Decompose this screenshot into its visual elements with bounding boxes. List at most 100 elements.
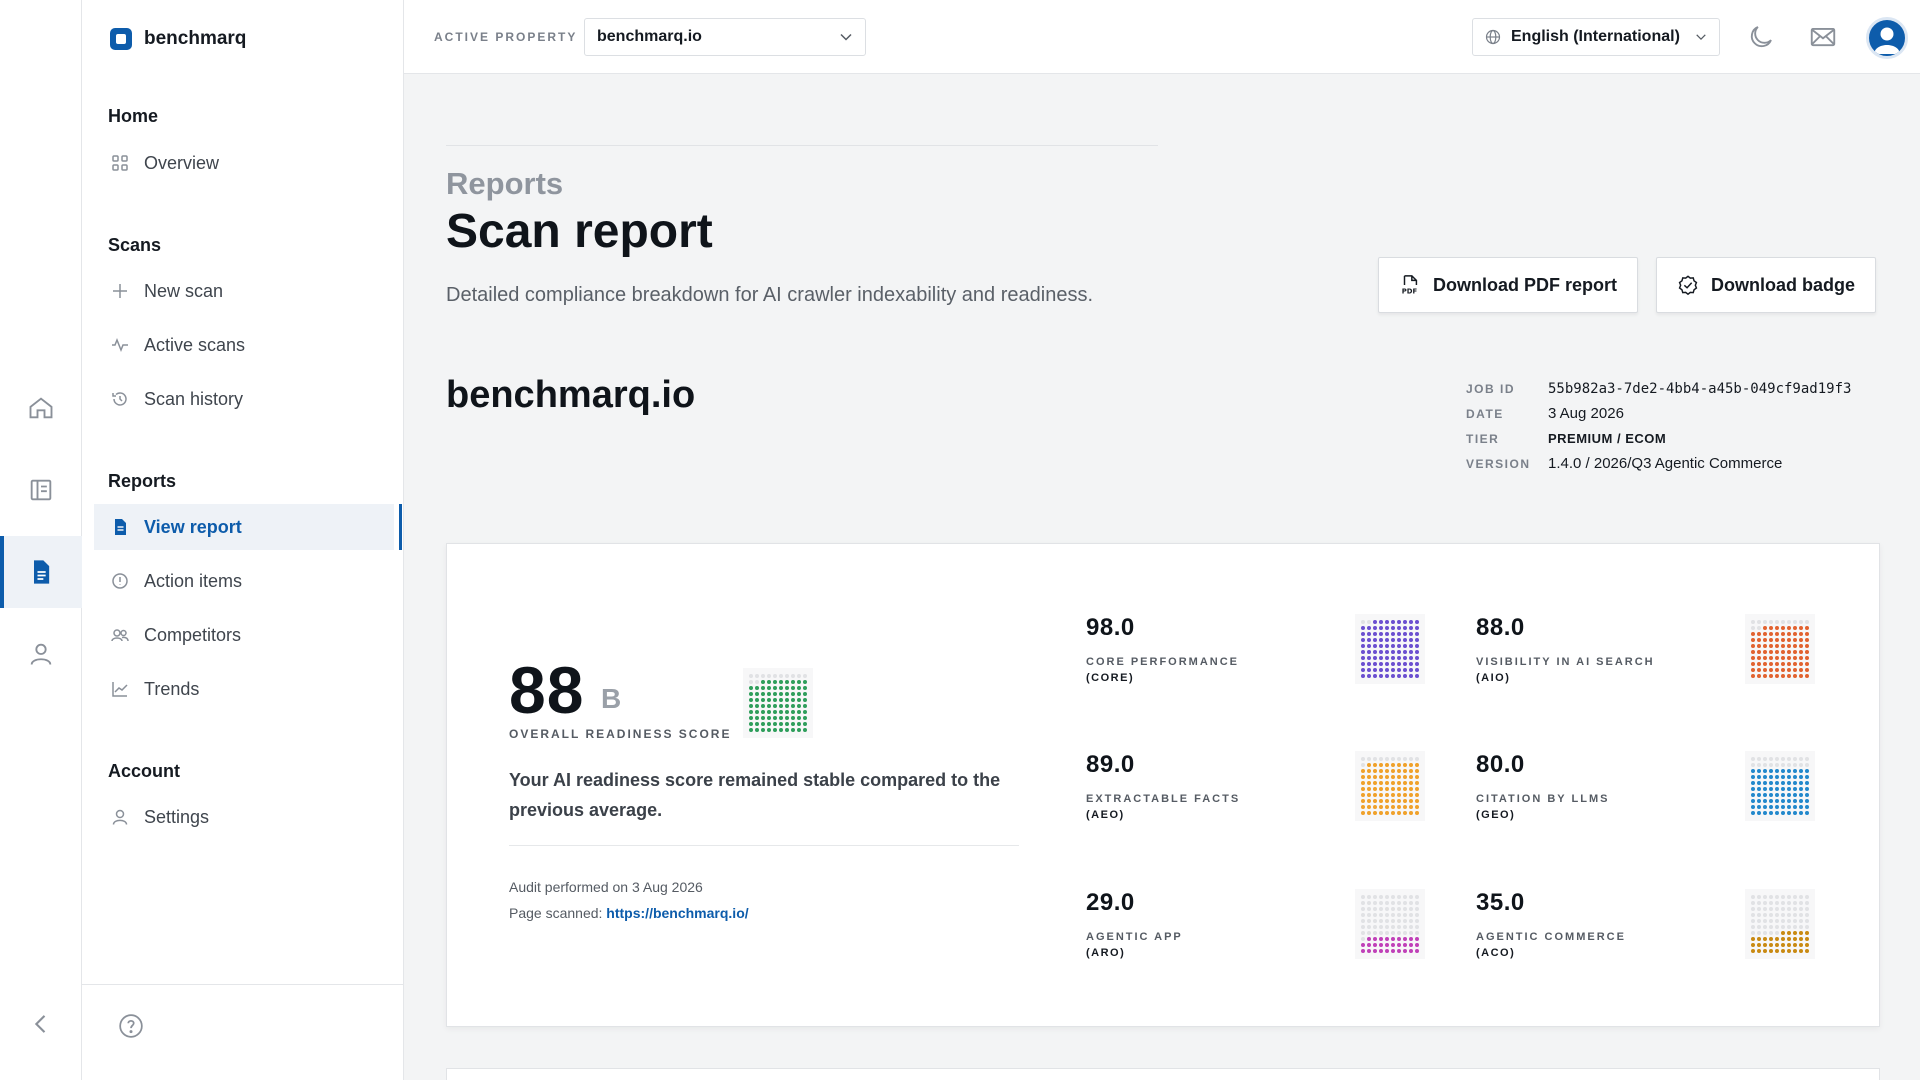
metric-geo: 80.0 CITATION BY LLMS (GEO) [1476, 751, 1776, 821]
nav-item-label: View report [144, 516, 242, 537]
score-dot [1793, 925, 1797, 929]
moon-icon[interactable] [1746, 22, 1776, 52]
score-dot [1757, 781, 1761, 785]
score-dot [1781, 763, 1785, 767]
score-dot [1793, 931, 1797, 935]
metric-value: 29.0 [1086, 889, 1135, 916]
score-dot [1385, 656, 1389, 660]
score-dot [1379, 650, 1383, 654]
nav-item-new-scan[interactable]: New scan [94, 268, 394, 314]
score-dot [1781, 787, 1785, 791]
collapse-sidebar-button[interactable] [0, 988, 82, 1060]
help-icon[interactable] [118, 1013, 144, 1039]
score-dot [1775, 763, 1779, 767]
score-dot [1805, 644, 1809, 648]
score-dot [785, 710, 789, 714]
score-dot [791, 722, 795, 726]
score-dot [1409, 895, 1413, 899]
score-dot [1805, 907, 1809, 911]
rail-account-button[interactable] [0, 618, 82, 690]
score-dot [761, 692, 765, 696]
nav-item-overview[interactable]: Overview [94, 140, 394, 186]
score-dot [1793, 811, 1797, 815]
score-dot [1379, 626, 1383, 630]
score-dot [1415, 757, 1419, 761]
score-dot [1763, 632, 1767, 636]
score-dot [1787, 668, 1791, 672]
download-badge-button[interactable]: Download badge [1656, 257, 1876, 313]
score-dot [1757, 937, 1761, 941]
breadcrumb[interactable]: Reports [446, 166, 563, 202]
avatar[interactable] [1866, 17, 1908, 59]
score-message: Your AI readiness score remained stable … [509, 770, 1001, 820]
score-dot [1373, 638, 1377, 642]
score-dot [1385, 901, 1389, 905]
score-dot [1763, 931, 1767, 935]
nav-item-action-items[interactable]: Action items [94, 558, 394, 604]
score-dot [1775, 650, 1779, 654]
score-dot [1769, 775, 1773, 779]
score-dot [1799, 913, 1803, 917]
score-dot [1757, 811, 1761, 815]
score-dot [1781, 656, 1785, 660]
active-property-value: benchmarq.io [597, 28, 702, 45]
score-dot [749, 704, 753, 708]
score-dot [1751, 811, 1755, 815]
nav-item-view-report[interactable]: View report [94, 504, 402, 550]
score-dot [1367, 632, 1371, 636]
score-dot [1373, 913, 1377, 917]
score-dot [1403, 919, 1407, 923]
score-dot [1415, 799, 1419, 803]
score-dot [1787, 662, 1791, 666]
score-dot [1787, 925, 1791, 929]
mail-icon[interactable] [1808, 22, 1838, 52]
score-dot [1757, 644, 1761, 648]
score-dot [1397, 937, 1401, 941]
score-dot [767, 704, 771, 708]
brand[interactable]: benchmarq [110, 28, 246, 50]
score-dot [1379, 913, 1383, 917]
nav-item-trends[interactable]: Trends [94, 666, 394, 712]
score-dot [1781, 919, 1785, 923]
score-dot [1391, 919, 1395, 923]
score-dot [1757, 668, 1761, 672]
rail-home-button[interactable] [0, 372, 82, 444]
score-dot [1379, 949, 1383, 953]
score-dot [1799, 638, 1803, 642]
score-dot [1361, 775, 1365, 779]
score-dot [797, 722, 801, 726]
score-dot [779, 728, 783, 732]
score-dot [1787, 919, 1791, 923]
page-scanned-prefix: Page scanned: [509, 905, 603, 921]
score-dot [1763, 913, 1767, 917]
score-dot [1781, 644, 1785, 648]
language-select[interactable]: English (International) [1472, 18, 1720, 56]
score-dot [761, 686, 765, 690]
score-dot [1385, 895, 1389, 899]
page-scanned-link[interactable]: https://benchmarq.io/ [606, 905, 748, 921]
score-dot [1391, 632, 1395, 636]
score-dot [1781, 757, 1785, 761]
page-scanned-line: Page scanned: https://benchmarq.io/ [509, 905, 749, 921]
score-dot [1415, 644, 1419, 648]
nav-item-competitors[interactable]: Competitors [94, 612, 394, 658]
rail-reports-button[interactable] [0, 536, 82, 608]
nav-item-settings[interactable]: Settings [94, 794, 394, 840]
active-property-select[interactable]: benchmarq.io [584, 18, 866, 56]
next-section-card [446, 1068, 1880, 1080]
download-pdf-button[interactable]: PDF Download PDF report [1378, 257, 1638, 313]
score-dot [1361, 895, 1365, 899]
score-dot [1805, 638, 1809, 642]
score-dot [1775, 799, 1779, 803]
score-dot [1793, 644, 1797, 648]
score-dot [1367, 626, 1371, 630]
score-dot [1415, 769, 1419, 773]
score-dot [1763, 895, 1767, 899]
rail-scans-button[interactable] [0, 454, 82, 526]
nav-item-active-scans[interactable]: Active scans [94, 322, 394, 368]
score-dot [1367, 620, 1371, 624]
score-dot [1361, 937, 1365, 941]
score-dot [1751, 793, 1755, 797]
meta-row-version: VERSION 1.4.0 / 2026/Q3 Agentic Commerce [1466, 451, 1851, 476]
nav-item-scan-history[interactable]: Scan history [94, 376, 394, 422]
